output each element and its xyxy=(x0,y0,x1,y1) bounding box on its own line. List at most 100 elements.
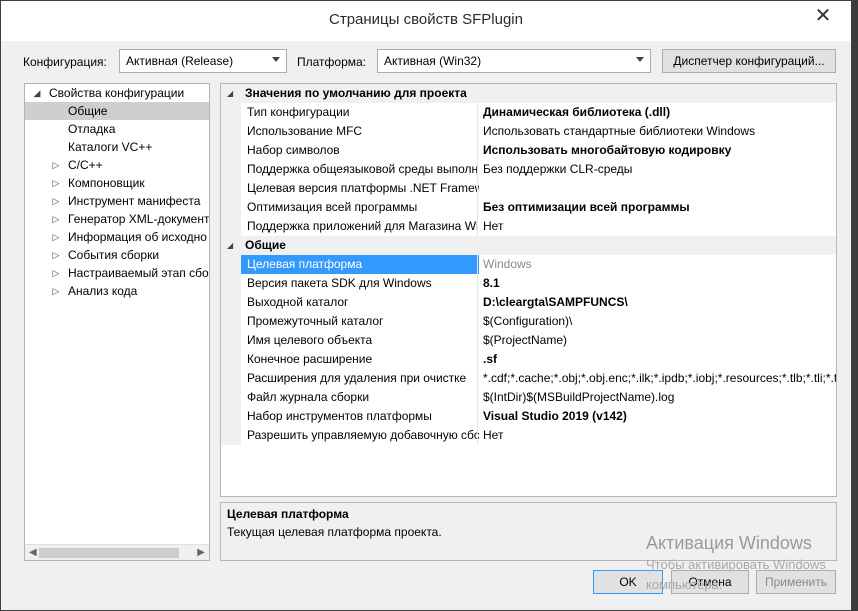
tree-item-label: Каталоги VC++ xyxy=(68,140,153,154)
property-value[interactable]: $(ProjectName) xyxy=(483,331,836,350)
property-value[interactable]: D:\cleargta\SAMPFUNCS\ xyxy=(483,293,836,312)
property-value[interactable]: Visual Studio 2019 (v142) xyxy=(483,407,836,426)
property-name: Целевая версия платформы .NET Framew xyxy=(247,181,479,195)
property-value[interactable]: Без поддержки CLR-среды xyxy=(483,160,836,179)
window-title: Страницы свойств SFPlugin xyxy=(329,11,523,28)
property-row[interactable]: Поддержка общеязыковой среды выполн Без п… xyxy=(221,160,836,179)
tree-item[interactable]: ▷ Настраиваемый этап сбо xyxy=(25,264,209,282)
tree-root[interactable]: ◢ Свойства конфигурации xyxy=(25,84,209,102)
property-row[interactable]: Файл журнала сборки $(IntDir)$(MSBuildPro… xyxy=(221,388,836,407)
tree-item[interactable]: ▷ Информация об исходно xyxy=(25,228,209,246)
category-label: Общие xyxy=(245,238,286,252)
property-value[interactable]: $(Configuration)\ xyxy=(483,312,836,331)
expanded-arrow-icon[interactable]: ◢ xyxy=(227,236,233,255)
tree-item-label: Общие xyxy=(68,104,108,118)
tree-item[interactable]: Каталоги VC++ xyxy=(25,138,209,156)
property-name: Расширения для удаления при очистке xyxy=(247,371,467,385)
property-value[interactable]: Нет xyxy=(483,217,836,236)
property-name: Набор символов xyxy=(247,143,340,157)
collapsed-arrow-icon[interactable]: ▷ xyxy=(51,156,61,174)
description-text: Текущая целевая платформа проекта. xyxy=(227,525,442,539)
platform-select[interactable]: Активная (Win32) xyxy=(377,49,651,73)
activation-watermark-text: компьютера. xyxy=(646,577,723,592)
tree-horizontal-scrollbar[interactable]: ◀ ▶ xyxy=(25,544,209,560)
platform-select-value: Активная (Win32) xyxy=(384,54,482,68)
property-row[interactable]: Целевая платформа Windows xyxy=(221,255,836,274)
chevron-down-icon xyxy=(272,57,280,62)
scroll-left-icon[interactable]: ◀ xyxy=(29,547,37,558)
category-general[interactable]: ◢ Общие xyxy=(221,236,836,255)
apply-button[interactable]: Применить xyxy=(756,570,836,594)
tree-item-label: Информация об исходно xyxy=(68,230,207,244)
property-value[interactable]: Использовать многобайтовую кодировку xyxy=(483,141,836,160)
property-row[interactable]: Поддержка приложений для Магазина Wi Нет xyxy=(221,217,836,236)
property-value[interactable]: Без оптимизации всей программы xyxy=(483,198,836,217)
collapsed-arrow-icon[interactable]: ▷ xyxy=(51,174,61,192)
property-name: Конечное расширение xyxy=(247,352,373,366)
expanded-arrow-icon[interactable]: ◢ xyxy=(227,84,233,103)
property-row[interactable]: Версия пакета SDK для Windows 8.1 xyxy=(221,274,836,293)
scrollbar-thumb[interactable] xyxy=(39,548,179,558)
collapsed-arrow-icon[interactable]: ▷ xyxy=(51,282,61,300)
property-value[interactable]: $(IntDir)$(MSBuildProjectName).log xyxy=(483,388,836,407)
tree-item[interactable]: ▷ C/C++ xyxy=(25,156,209,174)
property-name: Файл журнала сборки xyxy=(247,390,370,404)
property-value[interactable]: *.cdf;*.cache;*.obj;*.obj.enc;*.ilk;*.ip… xyxy=(483,369,836,388)
tree-root-label: Свойства конфигурации xyxy=(49,86,185,100)
property-name: Промежуточный каталог xyxy=(247,314,384,328)
property-row[interactable]: Выходной каталог D:\cleargta\SAMPFUNCS\ xyxy=(221,293,836,312)
property-row[interactable]: Набор инструментов платформы Visual Studi… xyxy=(221,407,836,426)
collapsed-arrow-icon[interactable]: ▷ xyxy=(51,210,61,228)
activation-watermark-text: Чтобы активировать Windows xyxy=(646,557,826,572)
property-row[interactable]: Набор символов Использовать многобайтовую… xyxy=(221,141,836,160)
tree-item-label: Инструмент манифеста xyxy=(68,194,201,208)
property-name: Поддержка общеязыковой среды выполн xyxy=(247,162,479,176)
property-value[interactable]: Использовать стандартные библиотеки Wind… xyxy=(483,122,836,141)
close-icon[interactable]: ✕ xyxy=(803,6,843,28)
collapsed-arrow-icon[interactable]: ▷ xyxy=(51,264,61,282)
tree-item[interactable]: ▷ Генератор XML-документ xyxy=(25,210,209,228)
property-grid: ◢ Значения по умолчанию для проекта Тип … xyxy=(220,83,837,497)
property-row[interactable]: Тип конфигурации Динамическая библиотека … xyxy=(221,103,836,122)
property-row[interactable]: Целевая версия платформы .NET Framew xyxy=(221,179,836,198)
title-bar: Страницы свойств SFPlugin ✕ xyxy=(1,1,851,41)
property-row[interactable]: Конечное расширение .sf xyxy=(221,350,836,369)
expanded-arrow-icon[interactable]: ◢ xyxy=(32,84,42,102)
tree-item[interactable]: ▷ Компоновщик xyxy=(25,174,209,192)
property-value[interactable]: Нет xyxy=(483,426,836,445)
property-value[interactable]: Windows xyxy=(483,255,836,274)
configuration-manager-button[interactable]: Диспетчер конфигураций... xyxy=(662,49,836,73)
tree-item-label: Генератор XML-документ xyxy=(68,212,210,226)
property-value[interactable]: .sf xyxy=(483,350,836,369)
collapsed-arrow-icon[interactable]: ▷ xyxy=(51,228,61,246)
property-name: Разрешить управляемую добавочную сбс xyxy=(247,428,479,442)
activation-watermark-title: Активация Windows xyxy=(646,533,812,553)
property-row[interactable]: Разрешить управляемую добавочную сбс Нет xyxy=(221,426,836,445)
property-tree: ◢ Свойства конфигурации Общие Отладка Ката… xyxy=(24,83,210,561)
property-name: Поддержка приложений для Магазина Wi xyxy=(247,219,479,233)
property-name: Целевая платформа xyxy=(241,255,479,274)
tree-item[interactable]: ▷ Инструмент манифеста xyxy=(25,192,209,210)
tree-item[interactable]: Общие xyxy=(25,102,209,120)
collapsed-arrow-icon[interactable]: ▷ xyxy=(51,246,61,264)
property-row[interactable]: Расширения для удаления при очистке *.cdf… xyxy=(221,369,836,388)
property-name: Имя целевого объекта xyxy=(247,333,373,347)
configuration-select[interactable]: Активная (Release) xyxy=(119,49,287,73)
scroll-right-icon[interactable]: ▶ xyxy=(197,547,205,558)
collapsed-arrow-icon[interactable]: ▷ xyxy=(51,192,61,210)
property-name: Выходной каталог xyxy=(247,295,349,309)
category-defaults[interactable]: ◢ Значения по умолчанию для проекта xyxy=(221,84,836,103)
property-value[interactable]: Динамическая библиотека (.dll) xyxy=(483,103,836,122)
property-name: Версия пакета SDK для Windows xyxy=(247,276,432,290)
property-value[interactable]: 8.1 xyxy=(483,274,836,293)
description-title: Целевая платформа xyxy=(227,507,349,521)
property-row[interactable]: Оптимизация всей программы Без оптимизаци… xyxy=(221,198,836,217)
tree-item-label: Анализ кода xyxy=(68,284,138,298)
property-row[interactable]: Имя целевого объекта $(ProjectName) xyxy=(221,331,836,350)
tree-item[interactable]: Отладка xyxy=(25,120,209,138)
tree-item[interactable]: ▷ События сборки xyxy=(25,246,209,264)
property-row[interactable]: Промежуточный каталог $(Configuration)\ xyxy=(221,312,836,331)
platform-label: Платформа: xyxy=(297,55,367,69)
tree-item[interactable]: ▷ Анализ кода xyxy=(25,282,209,300)
property-row[interactable]: Использование MFC Использовать стандартны… xyxy=(221,122,836,141)
